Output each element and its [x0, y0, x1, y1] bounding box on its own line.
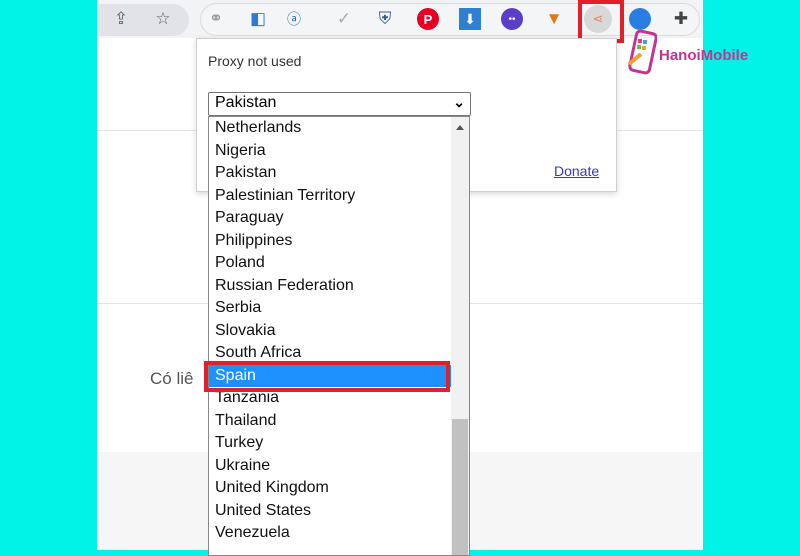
- scrollbar-thumb[interactable]: [452, 419, 468, 555]
- annotation-box-spain: [204, 361, 450, 392]
- country-select[interactable]: Pakistan ⌄: [208, 92, 471, 116]
- donate-link[interactable]: Donate: [554, 163, 599, 179]
- pinterest-icon[interactable]: P: [417, 8, 439, 30]
- country-option[interactable]: Venezuela: [209, 522, 452, 545]
- scroll-up-icon[interactable]: [456, 125, 464, 130]
- star-icon[interactable]: ☆: [152, 8, 174, 30]
- watermark-text: HanoiMobile: [659, 47, 749, 64]
- country-option[interactable]: Netherlands: [209, 117, 452, 140]
- selected-country: Pakistan: [215, 94, 277, 111]
- phone-logo-icon: [627, 29, 658, 75]
- country-option[interactable]: Thailand: [209, 410, 452, 433]
- fox-icon[interactable]: ▼: [543, 8, 565, 30]
- country-option[interactable]: Pakistan: [209, 162, 452, 185]
- country-option[interactable]: Nigeria: [209, 140, 452, 163]
- link-icon[interactable]: ⚭: [205, 8, 227, 30]
- tag-icon[interactable]: ◧: [247, 8, 269, 30]
- shield-icon[interactable]: ⛨: [374, 8, 396, 30]
- country-option[interactable]: Palestinian Territory: [209, 185, 452, 208]
- stamp-icon[interactable]: ⓐ: [283, 8, 305, 30]
- country-option[interactable]: Paraguay: [209, 207, 452, 230]
- country-option[interactable]: United Kingdom: [209, 477, 452, 500]
- country-option[interactable]: Philippines: [209, 230, 452, 253]
- globe-icon[interactable]: [629, 8, 651, 30]
- proxy-status: Proxy not used: [208, 53, 302, 69]
- country-option[interactable]: Poland: [209, 252, 452, 275]
- hanoimobile-logo: HanoiMobile: [627, 29, 787, 78]
- share-icon[interactable]: ⇪: [110, 8, 132, 30]
- country-dropdown-list[interactable]: Netherlands Nigeria Pakistan Palestinian Te…: [208, 116, 470, 556]
- country-option[interactable]: Slovakia: [209, 320, 452, 343]
- chevron-down-icon: ⌄: [453, 94, 465, 110]
- download-icon[interactable]: ⬇: [459, 8, 481, 30]
- chat-icon[interactable]: ••: [501, 8, 523, 30]
- annotation-box-extension: [578, 0, 624, 43]
- check-icon[interactable]: ✓: [333, 8, 355, 30]
- page-text: Có liê: [150, 369, 194, 388]
- country-option[interactable]: Turkey: [209, 432, 452, 455]
- puzzle-icon[interactable]: ✚: [670, 8, 692, 30]
- country-option[interactable]: Ukraine: [209, 455, 452, 478]
- country-option[interactable]: United States: [209, 500, 452, 523]
- country-option[interactable]: Russian Federation: [209, 275, 452, 298]
- extensions-bar: [200, 3, 700, 36]
- country-option[interactable]: Serbia: [209, 297, 452, 320]
- scrollbar[interactable]: [451, 117, 469, 555]
